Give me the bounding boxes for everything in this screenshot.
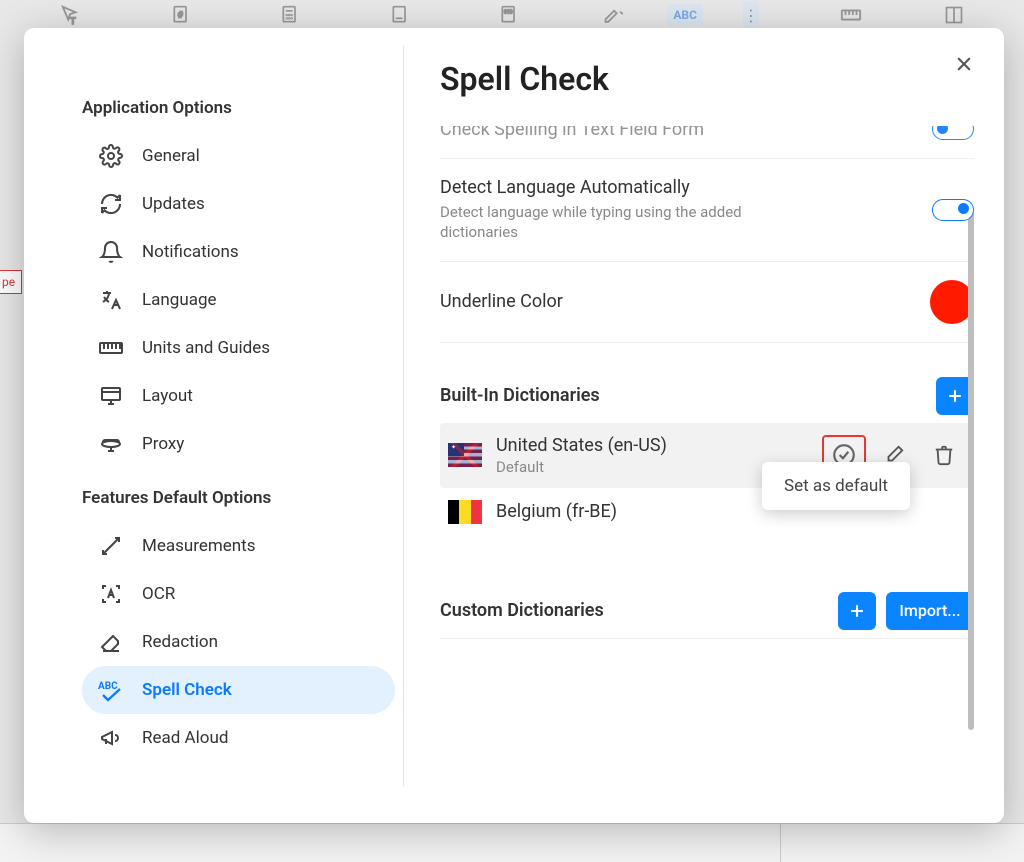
- doc-icon: [390, 1, 410, 29]
- more-dots-icon: ⋮: [743, 1, 759, 29]
- sidebar-item-label: General: [142, 146, 200, 166]
- row-label: Underline Color: [440, 291, 563, 312]
- sidebar-item-measurements[interactable]: Measurements: [82, 522, 395, 570]
- translate-icon: [98, 287, 124, 313]
- monitor-icon: [98, 383, 124, 409]
- sidebar-item-label: Units and Guides: [142, 338, 270, 358]
- ocr-icon: [98, 581, 124, 607]
- sidebar-item-label: Measurements: [142, 536, 256, 556]
- binary-doc-icon: 010: [499, 1, 519, 29]
- svg-text:ABC: ABC: [98, 681, 118, 692]
- custom-dictionaries-header: Custom Dictionaries Import...: [440, 592, 974, 630]
- section-title: Built-In Dictionaries: [440, 385, 600, 406]
- page-title: Spell Check: [440, 60, 974, 98]
- toggle-detect-language[interactable]: [932, 199, 974, 221]
- svg-text:T: T: [70, 17, 76, 26]
- row-sublabel: Detect language while typing using the a…: [440, 202, 800, 243]
- row-detect-language: Detect Language Automatically Detect lan…: [440, 159, 974, 262]
- sidebar-item-label: Spell Check: [142, 680, 232, 700]
- bg-left-tab: pe: [0, 270, 22, 294]
- spellcheck-icon: ABC: [98, 677, 124, 703]
- row-underline-color: Underline Color: [440, 262, 974, 343]
- edit-dropdown-icon: [603, 1, 627, 29]
- sidebar-item-notifications[interactable]: Notifications: [82, 228, 395, 276]
- sidebar-item-units[interactable]: Units and Guides: [82, 324, 395, 372]
- delete-dictionary-button[interactable]: [922, 435, 966, 475]
- sidebar-group-app-title: Application Options: [82, 98, 395, 118]
- sidebar-item-readaloud[interactable]: Read Aloud: [82, 714, 395, 762]
- flag-be-icon: [448, 500, 482, 524]
- builtin-dictionaries-header: Built-In Dictionaries: [440, 377, 974, 415]
- calc-icon: [280, 1, 300, 29]
- sync-icon: [98, 191, 124, 217]
- ruler-icon: [840, 1, 862, 29]
- options-modal: Application Options General Updates Noti…: [24, 28, 1004, 823]
- gear-icon: [98, 143, 124, 169]
- dictionary-name: United States (en-US): [496, 435, 808, 456]
- sidebar-item-proxy[interactable]: Proxy: [82, 420, 395, 468]
- sidebar-item-general[interactable]: General: [82, 132, 395, 180]
- row-label: Check Spelling in Text Field Form: [440, 126, 704, 140]
- sidebar-item-label: OCR: [142, 584, 175, 604]
- proxy-icon: [98, 431, 124, 457]
- sidebar-item-updates[interactable]: Updates: [82, 180, 395, 228]
- hash-doc-icon: #: [171, 1, 191, 29]
- sidebar-item-label: Layout: [142, 386, 193, 406]
- sidebar-item-label: Language: [142, 290, 217, 310]
- import-dictionary-button[interactable]: Import...: [886, 592, 974, 630]
- measure-icon: [98, 533, 124, 559]
- cursor-text-icon: T: [60, 1, 82, 29]
- flag-us-icon: [448, 443, 482, 467]
- layout-icon: [944, 1, 964, 29]
- sidebar-item-language[interactable]: Language: [82, 276, 395, 324]
- toggle-check-spelling[interactable]: [932, 126, 974, 140]
- sidebar-item-ocr[interactable]: OCR: [82, 570, 395, 618]
- sidebar-item-label: Read Aloud: [142, 728, 228, 748]
- import-label: Import...: [899, 601, 960, 620]
- abc-highlight: ABC: [667, 4, 703, 26]
- section-title: Custom Dictionaries: [440, 600, 604, 621]
- sidebar-group-features-title: Features Default Options: [82, 488, 395, 508]
- megaphone-icon: [98, 725, 124, 751]
- eraser-icon: [98, 629, 124, 655]
- svg-text:#: #: [178, 11, 184, 21]
- sidebar-item-label: Redaction: [142, 632, 218, 652]
- add-custom-dictionary-button[interactable]: [838, 592, 876, 630]
- bg-bottom-pane: [0, 823, 1024, 862]
- row-label: Detect Language Automatically: [440, 177, 800, 198]
- svg-text:010: 010: [504, 9, 513, 15]
- sidebar-item-label: Notifications: [142, 242, 239, 262]
- tooltip-set-default: Set as default: [762, 462, 910, 510]
- content-panel: Spell Check Check Spelling in Text Field…: [404, 28, 1004, 823]
- sidebar-item-label: Updates: [142, 194, 205, 214]
- sidebar-item-layout[interactable]: Layout: [82, 372, 395, 420]
- ruler-icon: [98, 335, 124, 361]
- background-toolbar: T # 010 ABC ⋮: [0, 0, 1024, 30]
- options-sidebar: Application Options General Updates Noti…: [24, 46, 404, 786]
- row-check-spelling-textfield: Check Spelling in Text Field Form: [440, 126, 974, 159]
- bell-icon: [98, 239, 124, 265]
- scrollbar[interactable]: [968, 210, 974, 730]
- tooltip-text: Set as default: [784, 476, 888, 496]
- sidebar-item-redaction[interactable]: Redaction: [82, 618, 395, 666]
- sidebar-item-label: Proxy: [142, 434, 184, 454]
- sidebar-item-spellcheck[interactable]: ABC Spell Check: [82, 666, 395, 714]
